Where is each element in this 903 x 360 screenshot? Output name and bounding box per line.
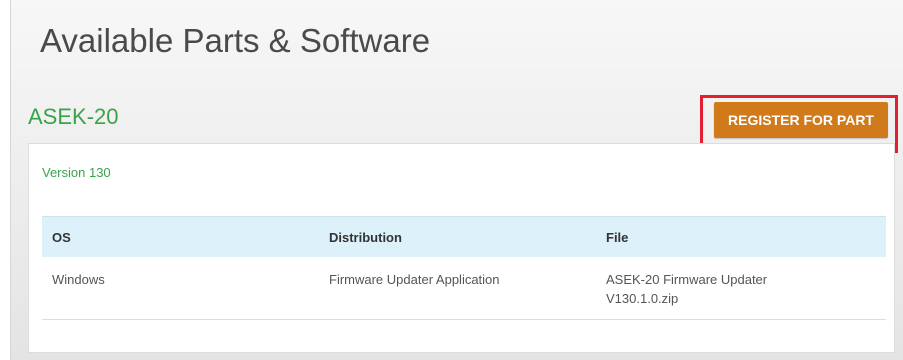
- version-label: Version 130: [42, 165, 111, 180]
- product-name: ASEK-20: [28, 104, 119, 129]
- cell-os: Windows: [52, 272, 105, 287]
- product-card: Version 130 OS Distribution File Windows…: [28, 143, 895, 353]
- table-header-row: OS Distribution File: [42, 216, 886, 257]
- column-header-distribution: Distribution: [329, 230, 402, 245]
- column-header-os: OS: [52, 230, 71, 245]
- page-title: Available Parts & Software: [40, 22, 431, 59]
- column-header-file: File: [606, 230, 629, 245]
- cell-distribution: Firmware Updater Application: [329, 272, 500, 287]
- register-for-part-button[interactable]: REGISTER FOR PART: [714, 102, 888, 138]
- file-download-link[interactable]: ASEK-20 Firmware Updater V130.1.0.zip: [606, 270, 806, 308]
- table-row: Windows Firmware Updater Application ASE…: [42, 257, 886, 320]
- files-table: OS Distribution File Windows Firmware Up…: [42, 216, 886, 320]
